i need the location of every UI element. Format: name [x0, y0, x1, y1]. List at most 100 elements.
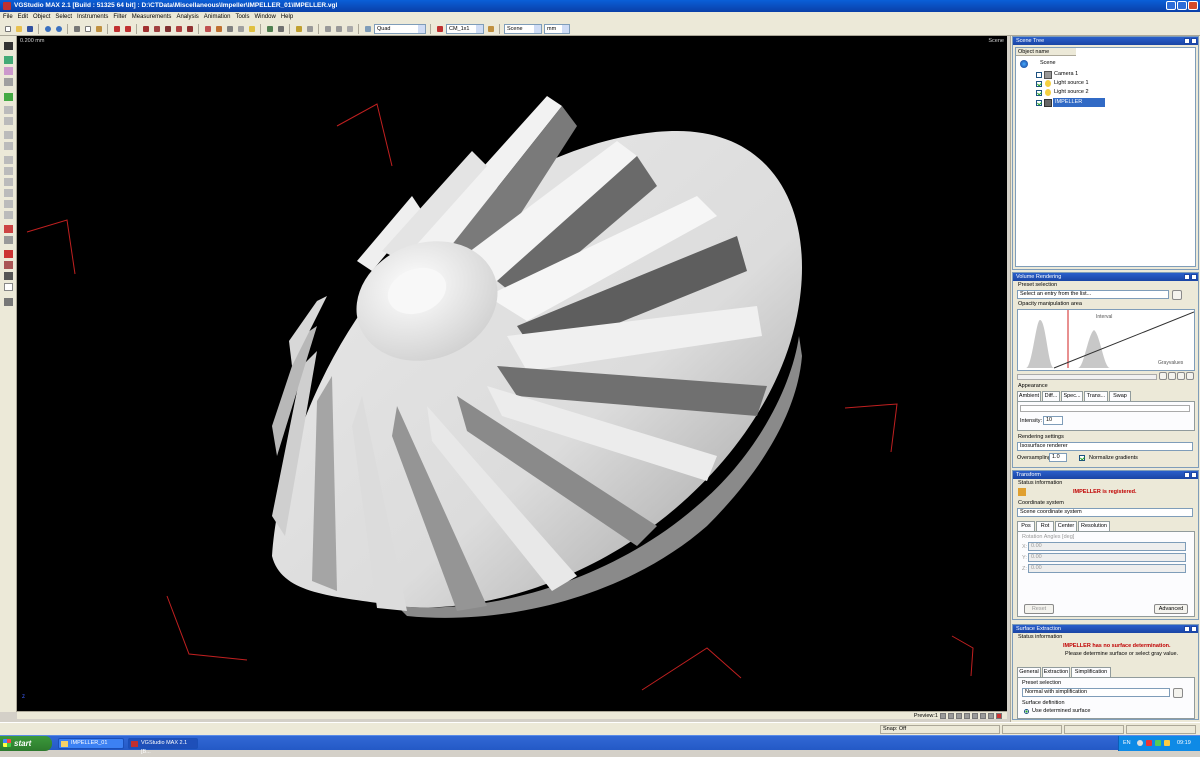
rotation-z-input[interactable]: 0.00 [1028, 564, 1186, 573]
menu-filter[interactable]: Filter [113, 14, 126, 20]
use-surface-radio[interactable] [1024, 709, 1029, 714]
preview-zoom-icon[interactable] [964, 713, 970, 719]
panel-float-button[interactable] [1184, 38, 1190, 44]
menu-select[interactable]: Select [55, 14, 72, 20]
pin-icon[interactable] [486, 24, 495, 33]
palette-icon[interactable] [294, 24, 303, 33]
blank-tool-icon[interactable] [4, 283, 13, 291]
menu-tools[interactable]: Tools [235, 14, 249, 20]
menu-analysis[interactable]: Analysis [176, 14, 198, 20]
impeller-checkbox[interactable] [1036, 100, 1042, 106]
maximize-button[interactable] [1177, 1, 1187, 10]
measure-icon[interactable] [203, 24, 212, 33]
zoom-tool-icon[interactable] [4, 56, 13, 64]
redo-icon[interactable] [54, 24, 63, 33]
light2-checkbox[interactable] [1036, 90, 1042, 96]
menu-measurements[interactable]: Measurements [132, 14, 172, 20]
layout-select[interactable]: Quad [374, 23, 426, 34]
vr-preset-save-icon[interactable] [1172, 290, 1182, 300]
intensity-slider[interactable] [1020, 405, 1190, 412]
camera-icon[interactable] [334, 24, 343, 33]
tray-volume-icon[interactable] [1164, 740, 1170, 746]
panel-close-button[interactable] [1191, 38, 1197, 44]
new-icon[interactable] [3, 24, 12, 33]
tree-item-light2[interactable]: Light source 2 [1054, 89, 1089, 95]
calc-icon[interactable] [225, 24, 234, 33]
minimize-button[interactable] [1166, 1, 1176, 10]
panel-close-button[interactable] [1191, 274, 1197, 280]
tool-icon[interactable] [236, 24, 245, 33]
hist-fit-icon[interactable] [1177, 372, 1185, 380]
menu-animation[interactable]: Animation [204, 14, 231, 20]
tab-center[interactable]: Center [1055, 521, 1077, 531]
panel-close-button[interactable] [1191, 472, 1197, 478]
menu-help[interactable]: Help [281, 14, 293, 20]
preview-camera-icon[interactable] [988, 713, 994, 719]
save-icon[interactable] [25, 24, 34, 33]
box-tool-icon[interactable] [4, 106, 13, 114]
select-tool-icon[interactable] [4, 42, 13, 50]
render-4-icon[interactable] [174, 24, 183, 33]
panel-close-button[interactable] [1191, 626, 1197, 632]
reset-button[interactable]: Reset [1024, 604, 1054, 614]
pipette-tool-icon[interactable] [4, 261, 13, 269]
render-2-icon[interactable] [152, 24, 161, 33]
object-name-header[interactable]: Object name [1016, 48, 1076, 56]
frame-tool-icon[interactable] [4, 117, 13, 125]
layer-tool-icon[interactable] [4, 142, 13, 150]
hist-zoom-out-icon[interactable] [1168, 372, 1176, 380]
camera-checkbox[interactable] [1036, 72, 1042, 78]
tab-swap[interactable]: Swap [1109, 391, 1131, 401]
grid-tool-icon[interactable] [4, 78, 13, 86]
tree-item-impeller[interactable]: IMPELLER [1053, 98, 1105, 107]
rotation-y-input[interactable]: 0.00 [1028, 553, 1186, 562]
coordinate-system-select[interactable]: Scene coordinate system [1017, 508, 1193, 517]
copy-icon[interactable] [83, 24, 92, 33]
close-button[interactable] [1188, 1, 1198, 10]
preview-play-icon[interactable] [940, 713, 946, 719]
preview-record-icon[interactable] [996, 713, 1002, 719]
cut-icon[interactable] [72, 24, 81, 33]
normalize-checkbox[interactable] [1079, 455, 1085, 461]
eraser-tool-icon[interactable] [4, 236, 13, 244]
dropdown-icon[interactable] [305, 24, 314, 33]
panel-float-button[interactable] [1184, 472, 1190, 478]
panel-float-button[interactable] [1184, 274, 1190, 280]
surface-preset-save-icon[interactable] [1173, 688, 1183, 698]
align-tool-icon[interactable] [4, 211, 13, 219]
menu-edit[interactable]: Edit [18, 14, 28, 20]
tab-general[interactable]: General [1017, 667, 1041, 677]
scene-select[interactable]: Scene [504, 23, 542, 34]
split-tool-icon[interactable] [4, 200, 13, 208]
tab-diffuse[interactable]: Diff... [1042, 391, 1060, 401]
open-icon[interactable] [14, 24, 23, 33]
move-icon[interactable] [123, 24, 132, 33]
menu-object[interactable]: Object [33, 14, 50, 20]
advanced-button[interactable]: Advanced [1154, 604, 1188, 614]
task-vgstudio[interactable]: VGStudio MAX 2.1 [B... [128, 738, 198, 755]
brush-tool-icon[interactable] [4, 250, 13, 258]
menu-instruments[interactable]: Instruments [77, 14, 108, 20]
arrow-icon[interactable] [276, 24, 285, 33]
light1-checkbox[interactable] [1036, 81, 1042, 87]
tab-transparency[interactable]: Trans... [1084, 391, 1108, 401]
colormap-select[interactable]: CM_1x1 [446, 23, 484, 34]
menu-window[interactable]: Window [254, 14, 275, 20]
language-indicator[interactable]: EN [1123, 736, 1131, 751]
oversampling-input[interactable]: 1.0 [1049, 453, 1067, 462]
tab-pos[interactable]: Pos [1017, 521, 1035, 531]
undo-icon[interactable] [43, 24, 52, 33]
region-tool-icon[interactable] [4, 67, 13, 75]
preview-pan-icon[interactable] [972, 713, 978, 719]
rotation-x-input[interactable]: 0.00 [1028, 542, 1186, 551]
tab-extraction[interactable]: Extraction [1042, 667, 1070, 677]
tray-app-icon[interactable] [1155, 740, 1161, 746]
unit-select[interactable]: mm [544, 23, 570, 34]
cursor-icon[interactable] [112, 24, 121, 33]
slice-tool-icon[interactable] [4, 131, 13, 139]
axis-icon[interactable] [265, 24, 274, 33]
paste-icon[interactable] [94, 24, 103, 33]
scene-viewport[interactable]: 0.200 mm Scene z [17, 36, 1007, 712]
tab-resolution[interactable]: Resolution [1078, 521, 1110, 531]
ruler-icon[interactable] [214, 24, 223, 33]
